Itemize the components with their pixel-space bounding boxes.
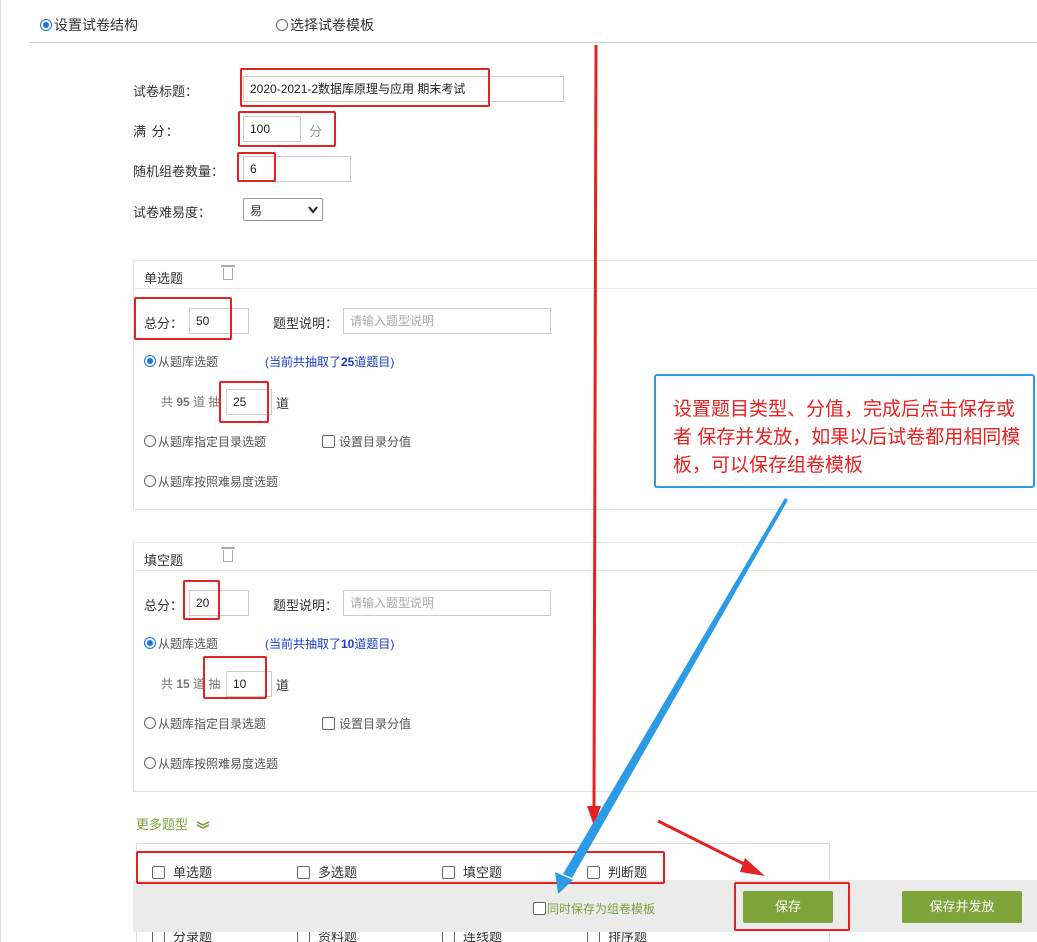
annotation-box xyxy=(136,851,665,884)
tab-set-structure-label: 设置试卷结构 xyxy=(54,17,138,33)
full-score-label: 满 分： xyxy=(133,124,180,139)
desc-input[interactable]: 请输入题型说明 xyxy=(343,590,551,616)
count-unit: 道 xyxy=(276,396,290,411)
difficulty-value: 易 xyxy=(250,204,263,218)
left-border xyxy=(0,0,1,942)
radio-selected-icon xyxy=(40,19,52,31)
option-label: 从题库选题 xyxy=(158,355,219,369)
checkbox-label: 设置目录分值 xyxy=(339,435,412,449)
radio-selected-icon xyxy=(144,355,156,367)
section-fill-blank: 填空题 总分： 20 题型说明： 请输入题型说明 从题库选题 (当前共抽取了10… xyxy=(133,542,1037,792)
annotation-box xyxy=(203,656,267,699)
radio-icon xyxy=(144,475,156,487)
trash-icon[interactable] xyxy=(221,265,235,280)
divider xyxy=(30,42,1037,43)
option-label: 从题库按照难易度选题 xyxy=(158,757,279,771)
more-types-toggle[interactable]: 更多题型 xyxy=(136,814,211,833)
option-label: 从题库选题 xyxy=(158,637,219,651)
option-by-difficulty[interactable]: 从题库按照难易度选题 xyxy=(144,473,278,490)
annotation-box xyxy=(237,152,276,182)
checkbox-icon xyxy=(322,435,335,448)
option-label: 从题库指定目录选题 xyxy=(158,717,267,731)
section-title: 单选题 xyxy=(144,271,184,286)
checkbox-icon xyxy=(322,717,335,730)
radio-icon xyxy=(144,717,156,729)
title-label: 试卷标题： xyxy=(133,84,199,99)
desc-label: 题型说明： xyxy=(273,598,339,613)
save-as-template-label: 同时保存为组卷模板 xyxy=(547,902,656,916)
set-catalog-score-checkbox[interactable]: 设置目录分值 xyxy=(322,433,411,450)
more-types-label: 更多题型 xyxy=(136,817,189,832)
annotation-box xyxy=(183,580,220,620)
desc-label: 题型说明： xyxy=(273,316,339,331)
trash-icon[interactable] xyxy=(221,547,235,562)
save-as-template-checkbox[interactable]: 同时保存为组卷模板 xyxy=(533,900,655,917)
drawn-note: (当前共抽取了10道题目) xyxy=(265,637,395,651)
desc-input[interactable]: 请输入题型说明 xyxy=(343,308,551,334)
section-title: 填空题 xyxy=(144,553,184,568)
annotation-box xyxy=(238,111,336,147)
checkbox-label: 设置目录分值 xyxy=(339,717,412,731)
option-from-catalog[interactable]: 从题库指定目录选题 xyxy=(144,715,266,732)
save-publish-button[interactable]: 保存并发放 xyxy=(902,891,1022,923)
radio-selected-icon xyxy=(144,637,156,649)
tab-choose-template[interactable]: 选择试卷模板 xyxy=(276,15,374,35)
chevron-down-icon xyxy=(308,206,318,214)
section-header: 填空题 xyxy=(134,543,1037,571)
difficulty-select[interactable]: 易 xyxy=(243,198,323,221)
radio-icon xyxy=(144,757,156,769)
option-label: 从题库指定目录选题 xyxy=(158,435,267,449)
total-score-label: 总分： xyxy=(144,598,184,613)
option-from-bank[interactable]: 从题库选题 xyxy=(144,353,218,370)
tab-set-structure[interactable]: 设置试卷结构 xyxy=(40,15,138,35)
random-count-label: 随机组卷数量： xyxy=(133,164,225,179)
option-by-difficulty[interactable]: 从题库按照难易度选题 xyxy=(144,755,278,772)
section-header: 单选题 xyxy=(134,261,1037,289)
annotation-box xyxy=(240,68,490,107)
annotation-box xyxy=(734,882,850,931)
chevron-double-down-icon xyxy=(196,821,209,829)
annotation-callout: 设置题目类型、分值，完成后点击保存或者 保存并发放，如果以后试卷都用相同模板，可… xyxy=(654,374,1035,488)
difficulty-label: 试卷难易度： xyxy=(133,205,212,220)
count-text: 共 95 道 抽 xyxy=(161,395,221,409)
red-arrow-vertical-head xyxy=(587,806,601,826)
annotation-box xyxy=(219,381,269,423)
set-catalog-score-checkbox[interactable]: 设置目录分值 xyxy=(322,715,411,732)
option-from-catalog[interactable]: 从题库指定目录选题 xyxy=(144,433,266,450)
option-label: 从题库按照难易度选题 xyxy=(158,475,279,489)
tab-choose-template-label: 选择试卷模板 xyxy=(290,17,374,33)
radio-icon xyxy=(276,19,288,31)
annotation-box xyxy=(134,297,232,340)
radio-icon xyxy=(144,435,156,447)
drawn-note: (当前共抽取了25道题目) xyxy=(265,355,395,369)
option-from-bank[interactable]: 从题库选题 xyxy=(144,635,218,652)
count-unit: 道 xyxy=(276,678,290,693)
annotation-text: 设置题目类型、分值，完成后点击保存或者 保存并发放，如果以后试卷都用相同模板，可… xyxy=(673,399,1021,476)
checkbox-icon xyxy=(533,902,546,915)
